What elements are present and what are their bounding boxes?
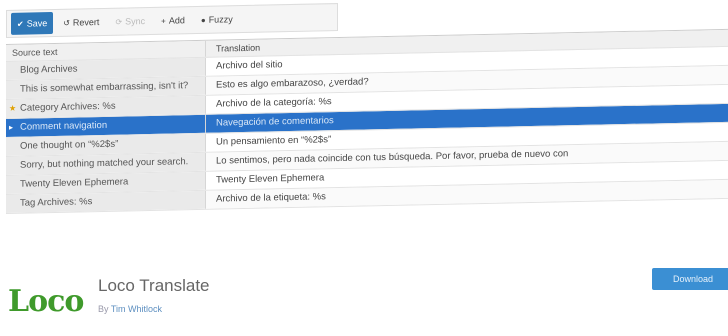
plugin-title[interactable]: Loco Translate <box>98 276 210 296</box>
translation-grid: Source text Translation Blog Archives Ar… <box>6 28 728 215</box>
fuzzy-icon: ● <box>200 15 206 25</box>
editor-toolbar: ✔ Save ↺ Revert ⟳ Sync + Add ● Fuzzy <box>6 3 338 38</box>
sync-icon: ⟳ <box>115 17 123 27</box>
plugin-author: By Tim Whitlock <box>98 304 163 314</box>
revert-icon: ↺ <box>63 18 70 28</box>
fuzzy-star-icon: ★ <box>9 103 17 113</box>
fuzzy-button[interactable]: ● Fuzzy <box>195 8 239 31</box>
add-button[interactable]: + Add <box>155 9 191 32</box>
save-button[interactable]: ✔ Save <box>11 12 54 35</box>
save-icon: ✔ <box>17 19 24 29</box>
download-button[interactable]: Download <box>652 268 728 290</box>
selected-arrow-icon: ▸ <box>9 122 14 132</box>
source-cell: Tag Archives: %s <box>6 190 206 213</box>
add-icon: + <box>161 16 166 26</box>
plugin-card: Loco Loco Translate By Tim Whitlock Down… <box>0 262 728 336</box>
loco-logo: Loco <box>8 284 84 319</box>
revert-button[interactable]: ↺ Revert <box>57 11 105 34</box>
author-link[interactable]: Tim Whitlock <box>111 304 162 314</box>
sync-button[interactable]: ⟳ Sync <box>109 10 151 33</box>
translation-editor: ✔ Save ↺ Revert ⟳ Sync + Add ● Fuzzy Source t… <box>6 0 728 262</box>
